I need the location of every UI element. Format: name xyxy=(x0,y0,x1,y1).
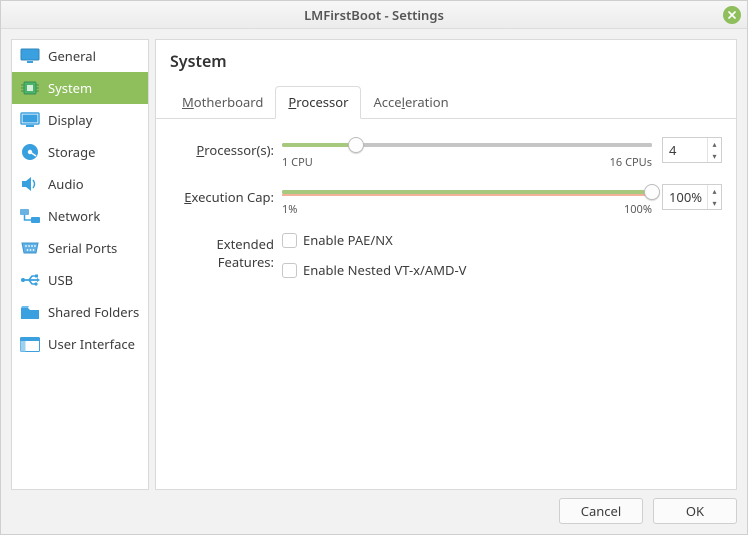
sidebar-item-label: Display xyxy=(48,111,92,129)
sidebar-item-system[interactable]: System xyxy=(12,72,148,104)
ok-button[interactable]: OK xyxy=(653,498,737,524)
display-icon xyxy=(20,111,40,129)
settings-content: System Motherboard Processor Acceleratio… xyxy=(155,39,737,490)
sidebar-item-user-interface[interactable]: User Interface xyxy=(12,328,148,360)
processors-value[interactable]: 4 xyxy=(663,138,707,162)
checkbox-icon xyxy=(282,263,297,278)
sidebar-item-display[interactable]: Display xyxy=(12,104,148,136)
dialog-buttons: Cancel OK xyxy=(11,490,737,524)
sidebar-item-label: Network xyxy=(48,207,100,225)
sidebar-item-label: Audio xyxy=(48,175,84,193)
client-area: General System Display Storage Audio xyxy=(1,29,747,534)
sidebar-item-general[interactable]: General xyxy=(12,40,148,72)
processors-min-label: 1 CPU xyxy=(282,155,313,170)
execution-cap-slider-thumb[interactable] xyxy=(644,184,660,200)
serial-port-icon xyxy=(20,239,40,257)
sidebar-item-label: General xyxy=(48,47,96,65)
network-icon xyxy=(20,207,40,225)
enable-pae-nx-checkbox[interactable]: Enable PAE/NX xyxy=(282,231,393,249)
cancel-button[interactable]: Cancel xyxy=(559,498,643,524)
execution-cap-value[interactable]: 100% xyxy=(663,185,707,209)
sidebar-item-audio[interactable]: Audio xyxy=(12,168,148,200)
processor-tab-body: Processor(s): xyxy=(156,119,736,489)
sidebar-item-serial-ports[interactable]: Serial Ports xyxy=(12,232,148,264)
page-title: System xyxy=(170,50,722,72)
tab-processor[interactable]: Processor xyxy=(275,86,361,119)
sidebar-item-usb[interactable]: USB xyxy=(12,264,148,296)
tab-motherboard[interactable]: Motherboard xyxy=(170,87,275,118)
folder-icon xyxy=(20,303,40,321)
usb-icon xyxy=(20,271,40,289)
layout-icon xyxy=(20,335,40,353)
processors-label: Processor(s): xyxy=(170,137,282,159)
execution-cap-spinbox[interactable]: 100% ▴ ▾ xyxy=(662,184,722,210)
execution-cap-min-label: 1% xyxy=(282,202,297,217)
speaker-icon xyxy=(20,175,40,193)
processors-spinbox[interactable]: 4 ▴ ▾ xyxy=(662,137,722,163)
settings-window: LMFirstBoot - Settings General System Di… xyxy=(0,0,748,535)
disk-icon xyxy=(20,143,40,161)
sidebar-item-label: Serial Ports xyxy=(48,239,117,257)
checkbox-icon xyxy=(282,233,297,248)
execution-cap-slider[interactable] xyxy=(282,184,652,200)
sidebar-item-label: USB xyxy=(48,271,73,289)
close-icon xyxy=(728,11,736,19)
settings-sidebar: General System Display Storage Audio xyxy=(11,39,149,490)
sidebar-item-storage[interactable]: Storage xyxy=(12,136,148,168)
processors-slider-thumb[interactable] xyxy=(348,137,364,153)
execution-cap-label: Execution Cap: xyxy=(170,184,282,206)
titlebar: LMFirstBoot - Settings xyxy=(1,1,747,29)
execution-cap-step-up[interactable]: ▴ xyxy=(708,185,721,197)
sidebar-item-shared-folders[interactable]: Shared Folders xyxy=(12,296,148,328)
monitor-icon xyxy=(20,47,40,65)
chip-icon xyxy=(20,79,40,97)
execution-cap-step-down[interactable]: ▾ xyxy=(708,197,721,209)
sidebar-item-network[interactable]: Network xyxy=(12,200,148,232)
tab-acceleration[interactable]: Acceleration xyxy=(361,87,460,118)
processors-slider[interactable] xyxy=(282,137,652,153)
processors-max-label: 16 CPUs xyxy=(610,155,652,170)
sidebar-item-label: User Interface xyxy=(48,335,135,353)
window-close-button[interactable] xyxy=(723,6,741,24)
system-tabs: Motherboard Processor Acceleration xyxy=(156,86,736,119)
sidebar-item-label: Shared Folders xyxy=(48,303,139,321)
window-title: LMFirstBoot - Settings xyxy=(304,6,444,24)
processors-step-up[interactable]: ▴ xyxy=(708,138,721,150)
extended-features-label: Extended Features: xyxy=(170,231,282,271)
sidebar-item-label: System xyxy=(48,79,92,97)
execution-cap-max-label: 100% xyxy=(624,202,652,217)
enable-nested-vt-checkbox[interactable]: Enable Nested VT-x/AMD-V xyxy=(282,261,466,279)
processors-step-down[interactable]: ▾ xyxy=(708,150,721,162)
sidebar-item-label: Storage xyxy=(48,143,95,161)
